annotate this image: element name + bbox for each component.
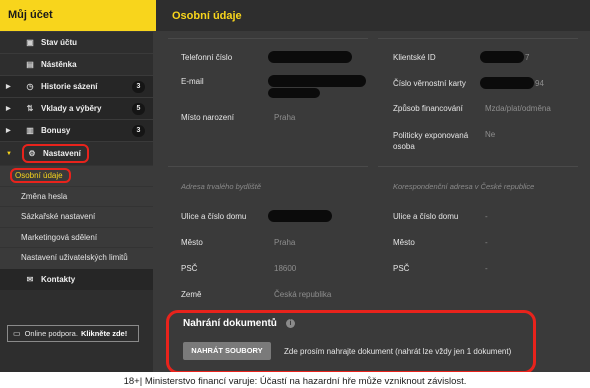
field-label-street: Ulice a číslo domu [181,212,247,221]
settings-icon: ⚙ [28,149,36,158]
upload-section-title: Nahrání dokumentů [183,318,277,329]
redacted-street-value [268,210,332,222]
field-value-birthplace: Praha [274,113,296,122]
upload-files-button[interactable]: NAHRÁT SOUBORY [183,342,271,360]
field-label-birthplace: Místo narození [181,113,234,122]
field-label-corr-street: Ulice a číslo domu [393,212,459,221]
sidebar-subitem-label: Osobní údaje [10,168,71,184]
sidebar-item-settings[interactable]: ▼ ⚙ Nastavení [0,141,153,165]
field-label-corr-city: Město [393,238,415,247]
caret-right-icon: ▶ [6,106,11,112]
support-link-text[interactable]: Klikněte zde! [81,329,127,338]
field-label-phone: Telefonní číslo [181,53,233,62]
sidebar-subitem-label: Marketingová sdělení [21,232,98,242]
caret-down-icon: ▼ [6,150,12,157]
history-icon: ◷ [26,82,34,91]
field-label-corr-zip: PSČ [393,264,410,273]
section-title-correspondence-address: Korespondenční adresa v České republice [393,182,535,191]
field-label-loyalty-card: Číslo věrnostní karty [393,79,466,88]
sidebar-item-label: Nástěnka [41,60,77,69]
redacted-client-id [480,51,524,63]
field-value-loyalty-card: 94 [535,79,544,88]
field-value-client-id: 7 [525,53,530,62]
field-value-pep: Ne [485,130,496,139]
field-value-corr-zip: - [485,264,488,273]
count-badge: 3 [132,125,145,137]
sidebar-item-deposits-withdrawals[interactable]: ▶ ⇅ Vklady a výběry 5 [0,97,153,119]
support-text: Online podpora. [24,329,78,338]
sidebar-item-label: Bonusy [41,126,71,135]
mail-icon: ✉ [26,274,34,284]
caret-right-icon: ▶ [6,128,11,134]
redacted-email-value [268,75,366,87]
divider [378,38,578,39]
redacted-email-value [268,88,320,98]
sidebar-subitem-marketing[interactable]: Marketingová sdělení [0,226,153,247]
field-value-corr-city: - [485,238,488,247]
sidebar: Můj účet ▣ Stav účtu ▤ Nástěnka ▶ ◷ Hist… [0,0,153,372]
divider [168,166,368,167]
notice-board-icon: ▤ [26,60,34,69]
caret-right-icon: ▶ [6,84,11,90]
count-badge: 3 [132,81,145,93]
field-value-country: Česká republika [274,290,332,299]
field-value-corr-street: - [485,212,488,221]
settings-highlight: ⚙ Nastavení [22,144,89,163]
info-icon[interactable]: i [286,319,295,328]
divider [378,166,578,167]
bonus-icon: ▥ [26,126,34,135]
sidebar-item-bet-history[interactable]: ▶ ◷ Historie sázení 3 [0,75,153,97]
sidebar-item-label: Kontakty [41,274,76,284]
field-label-country: Země [181,290,202,299]
transfer-icon: ⇅ [26,104,34,113]
sidebar-item-label: Stav účtu [41,38,78,47]
redacted-phone-value [268,51,352,63]
field-label-funding: Způsob financování [393,104,463,113]
section-title-permanent-address: Adresa trvalého bydliště [181,182,262,191]
sidebar-subitem-label: Nastavení uživatelských limitů [21,253,128,263]
online-support-link[interactable]: ▭ Online podpora. Klikněte zde! [7,325,139,342]
sidebar-item-account-status[interactable]: ▣ Stav účtu [0,31,153,53]
sidebar-subitem-user-limits[interactable]: Nastavení uživatelských limitů [0,247,153,268]
redacted-loyalty-card [480,77,534,89]
field-value-zip: 18600 [274,264,297,273]
field-value-funding: Mzda/plat/odměna [485,104,551,113]
sidebar-item-label: Vklady a výběry [41,104,102,113]
page-title: Osobní údaje [153,0,590,31]
sidebar-subitem-label: Sázkařské nastavení [21,212,96,222]
sidebar-item-bonuses[interactable]: ▶ ▥ Bonusy 3 [0,119,153,141]
field-label-pep: Politicky exponovaná osoba [393,131,469,151]
gambling-warning-footer: 18+| Ministerstvo financí varuje: Účastí… [0,372,590,388]
field-value-city: Praha [274,238,296,247]
chat-icon: ▭ [13,329,21,338]
count-badge: 5 [132,103,145,115]
sidebar-subitem-change-password[interactable]: Změna hesla [0,185,153,206]
wallet-icon: ▣ [26,38,34,47]
field-label-client-id: Klientské ID [393,53,436,62]
sidebar-subitem-betting-settings[interactable]: Sázkařské nastavení [0,206,153,227]
sidebar-subitem-personal-data[interactable]: Osobní údaje [0,165,153,186]
field-label-zip: PSČ [181,264,198,273]
sidebar-subitem-label: Změna hesla [21,191,68,201]
sidebar-item-contacts[interactable]: ✉ Kontakty [0,267,153,290]
upload-hint-text: Zde prosím nahrajte dokument (nahrát lze… [284,347,512,356]
divider [168,38,368,39]
sidebar-item-label: Historie sázení [41,82,98,91]
sidebar-title: Můj účet [0,0,153,31]
sidebar-item-label: Nastavení [43,149,81,158]
field-label-city: Město [181,238,203,247]
field-label-email: E-mail [181,77,204,86]
sidebar-item-notice-board[interactable]: ▤ Nástěnka [0,53,153,75]
